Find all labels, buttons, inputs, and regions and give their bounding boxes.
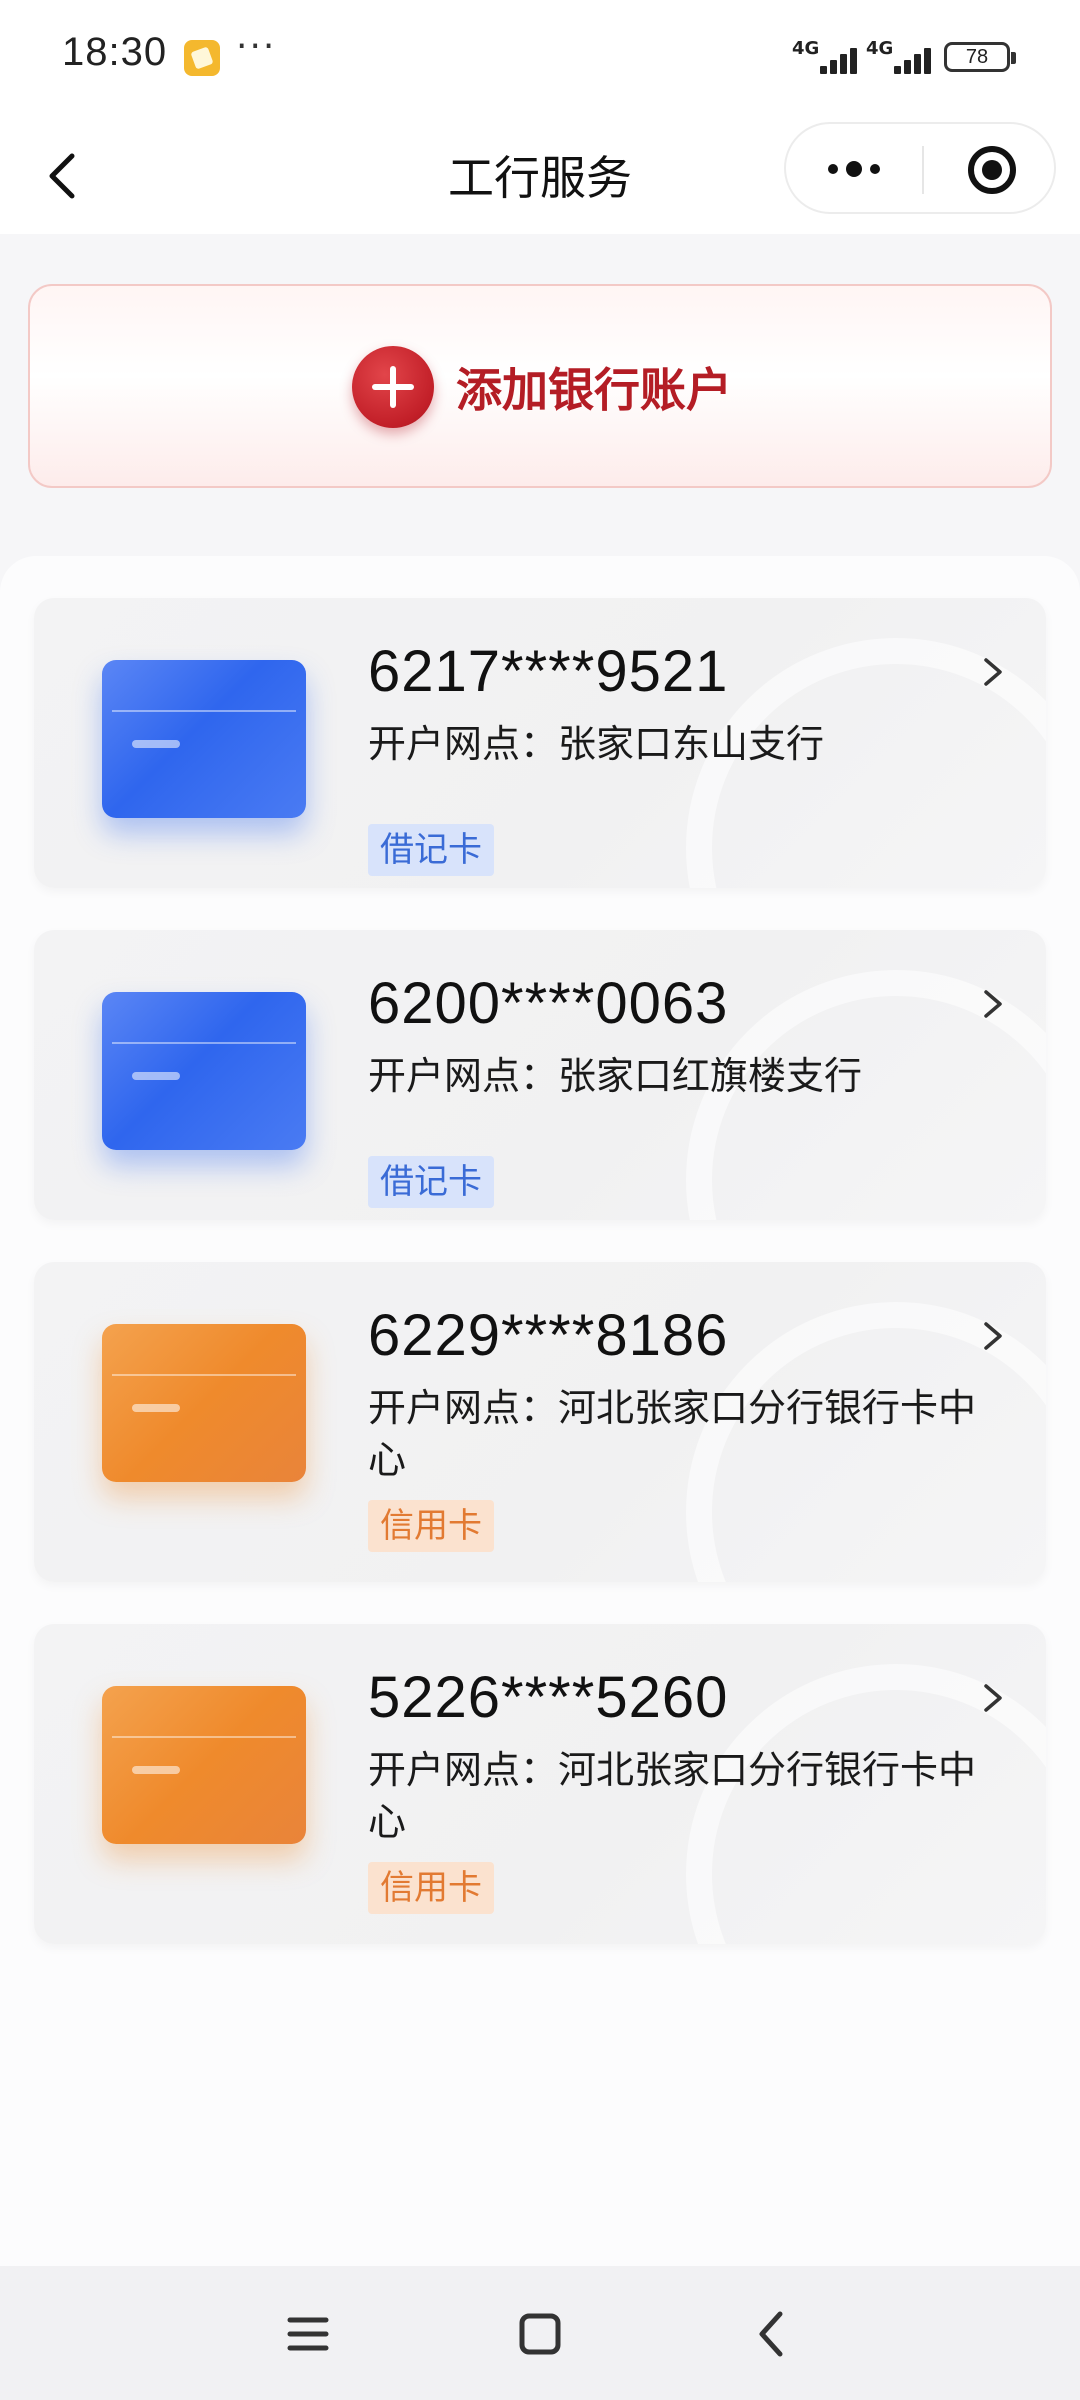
chevron-right-icon <box>984 658 1002 686</box>
card-branch: 开户网点：河北张家口分行银行卡中心 <box>368 1386 977 1482</box>
card-number: 6217****9521 <box>368 639 729 704</box>
card-item[interactable]: 5226****5260 开户网点：河北张家口分行银行卡中心 信用卡 <box>34 1624 1046 1944</box>
card-branch: 开户网点：河北张家口分行银行卡中心 <box>368 1748 977 1844</box>
notes-app-icon <box>184 40 220 76</box>
close-mini-program-button[interactable] <box>924 124 1056 212</box>
home-button[interactable] <box>508 2302 572 2366</box>
card-item[interactable]: 6217****9521 开户网点：张家口东山支行 借记卡 <box>34 598 1046 888</box>
debit-card-icon <box>102 992 306 1150</box>
more-dot-icon <box>828 164 838 174</box>
chevron-left-icon <box>49 153 75 199</box>
page-title: 工行服务 <box>448 151 632 205</box>
card-type-badge: 信用卡 <box>368 1862 494 1914</box>
nav-bar: 工行服务 <box>0 118 1080 234</box>
more-notifications-icon: ··· <box>236 26 277 67</box>
more-menu-button[interactable] <box>786 124 922 212</box>
card-number: 6200****0063 <box>368 971 729 1036</box>
system-back-button[interactable] <box>740 2302 804 2366</box>
system-nav-bar <box>0 2266 1080 2400</box>
menu-icon <box>287 2317 329 2351</box>
signal-icon: 4G <box>792 38 864 74</box>
debit-card-icon <box>102 660 306 818</box>
card-branch: 开户网点：张家口红旗楼支行 <box>368 1054 863 1098</box>
add-bank-account-label: 添加银行账户 <box>456 363 732 417</box>
card-type-badge: 信用卡 <box>368 1500 494 1552</box>
mini-program-capsule <box>784 122 1056 214</box>
network-type-label: 4G <box>792 38 820 59</box>
card-number: 5226****5260 <box>368 1665 729 1730</box>
card-type-badge: 借记卡 <box>368 1156 494 1208</box>
square-icon <box>519 2313 561 2355</box>
chevron-right-icon <box>984 1322 1002 1350</box>
status-bar: 18:30 ··· 4G 4G 78 <box>0 0 1080 118</box>
recents-button[interactable] <box>276 2302 340 2366</box>
credit-card-icon <box>102 1686 306 1844</box>
card-branch: 开户网点：张家口东山支行 <box>368 722 825 766</box>
credit-card-icon <box>102 1324 306 1482</box>
card-item[interactable]: 6200****0063 开户网点：张家口红旗楼支行 借记卡 <box>34 930 1046 1220</box>
chevron-left-icon <box>759 2311 783 2357</box>
network-type-label-2: 4G <box>866 38 894 59</box>
plus-circle-icon <box>352 346 434 428</box>
card-type-badge: 借记卡 <box>368 824 494 876</box>
chevron-right-icon <box>984 1684 1002 1712</box>
card-list: 6217****9521 开户网点：张家口东山支行 借记卡 6200****00… <box>0 556 1080 2266</box>
add-bank-account-button[interactable]: 添加银行账户 <box>28 284 1052 488</box>
chevron-right-icon <box>984 990 1002 1018</box>
status-time: 18:30 <box>62 30 168 74</box>
card-item[interactable]: 6229****8186 开户网点：河北张家口分行银行卡中心 信用卡 <box>34 1262 1046 1582</box>
battery-icon: 78 <box>944 42 1016 72</box>
back-button[interactable] <box>40 142 100 210</box>
card-number: 6229****8186 <box>368 1303 729 1368</box>
signal-icon-2: 4G <box>866 38 938 74</box>
